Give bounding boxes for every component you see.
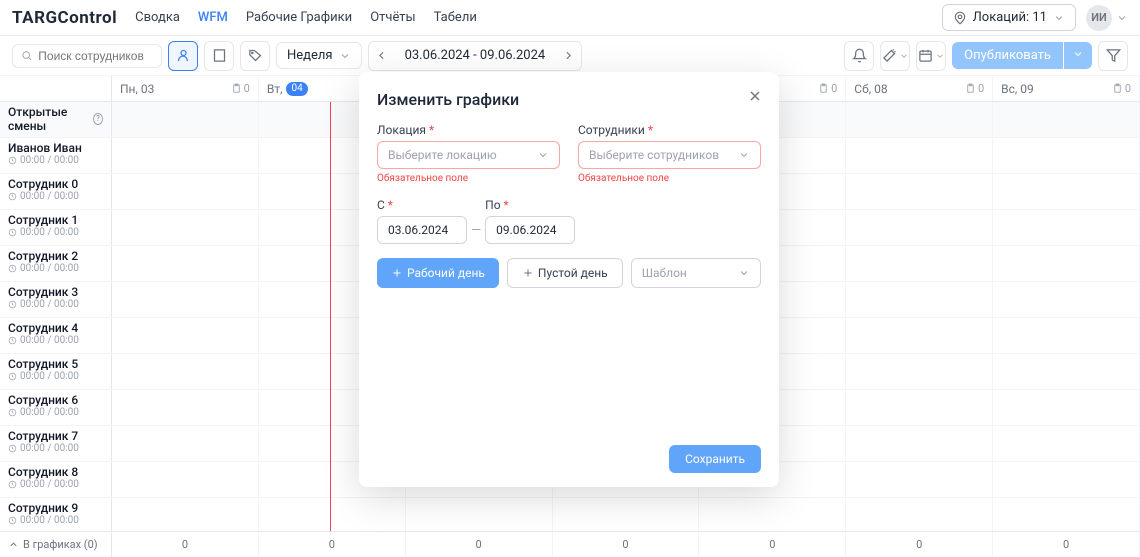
modal-close-button[interactable] (747, 88, 763, 104)
location-field: Локация * Выберите локацию Обязательное … (377, 123, 560, 184)
chevron-down-icon (738, 267, 750, 279)
employees-field: Сотрудники * Выберите сотрудников Обязат… (578, 123, 761, 184)
from-date-input[interactable]: 03.06.2024 (377, 216, 467, 244)
close-icon (747, 88, 763, 104)
to-date-input[interactable]: 09.06.2024 (485, 216, 575, 244)
location-error: Обязательное поле (377, 173, 560, 184)
modal-title: Изменить графики (377, 90, 761, 109)
location-placeholder: Выберите локацию (388, 148, 497, 162)
employees-error: Обязательное поле (578, 173, 761, 184)
employees-select[interactable]: Выберите сотрудников (578, 141, 761, 169)
save-button[interactable]: Сохранить (669, 445, 761, 473)
location-select[interactable]: Выберите локацию (377, 141, 560, 169)
modal-overlay: Изменить графики Локация * Выберите лока… (0, 0, 1140, 557)
template-select[interactable]: Шаблон (631, 258, 761, 288)
add-workday-button[interactable]: Рабочий день (377, 258, 499, 288)
edit-schedules-modal: Изменить графики Локация * Выберите лока… (359, 72, 779, 487)
employees-placeholder: Выберите сотрудников (589, 148, 719, 162)
chevron-down-icon (738, 149, 750, 161)
date-dash: — (467, 223, 485, 238)
plus-icon (391, 267, 403, 279)
chevron-down-icon (537, 149, 549, 161)
plus-icon (522, 267, 534, 279)
add-empty-day-button[interactable]: Пустой день (507, 258, 623, 288)
